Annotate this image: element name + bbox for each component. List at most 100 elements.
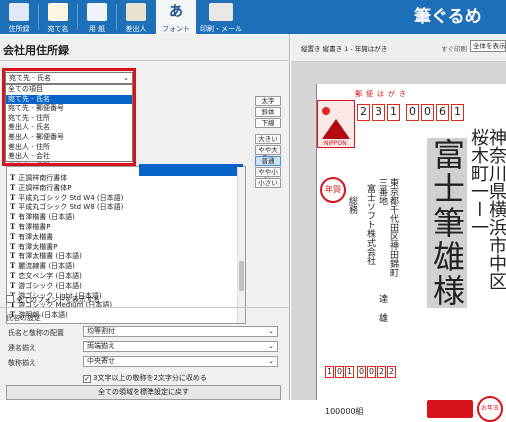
highlight-box	[2, 68, 136, 166]
font-name: 有澤太楷書	[18, 232, 54, 241]
font-list-item[interactable]: T 有澤太楷書P	[10, 242, 57, 252]
panel-title: 会社用住所録	[3, 44, 69, 57]
font-style-button[interactable]: 下線	[255, 118, 281, 128]
toolbar-button-font[interactable]: あ フォント	[156, 0, 196, 34]
toolbar-button-address-book[interactable]: 住所録	[0, 0, 38, 34]
font-list-item[interactable]: T 有澤楷書P	[10, 222, 50, 232]
font-name: 游ゴシック (日本語)	[18, 281, 82, 290]
truetype-font-icon: T	[10, 280, 16, 290]
checkbox-checked-icon: ✓	[83, 375, 91, 383]
font-list-item[interactable]: T 恋文ペン字 (日本語)	[10, 271, 82, 281]
checkbox-icon	[6, 295, 14, 303]
nenga-mark: 年賀	[320, 177, 346, 203]
font-list-item[interactable]: T 游ゴシック (日本語)	[10, 281, 82, 291]
honorific-fit-checkbox[interactable]: ✓ 3文字以上の敬称を2文字分に収める	[83, 373, 207, 383]
stamp-label: NIPPON	[324, 140, 347, 147]
toolbar-label-font: フォント	[162, 25, 190, 33]
joint-name-align-select[interactable]: 両端揃え ⌄	[83, 341, 278, 352]
font-list-item[interactable]: T 有澤太楷書 (日本語)	[10, 251, 82, 261]
sender-address-line2[interactable]: 三番地	[376, 178, 387, 205]
address-book-icon	[9, 3, 29, 21]
stamp-image: NIPPON	[317, 100, 355, 148]
truetype-font-icon: T	[10, 241, 16, 251]
lottery-number: 100000組	[325, 407, 364, 416]
sender-zip-digit-box: 0	[357, 366, 366, 378]
preview-info: 縦置き 縦書き 1 - 年賀はがき	[301, 45, 388, 53]
paper-icon	[87, 3, 107, 21]
font-style-button[interactable]: 小さい	[255, 178, 281, 188]
font-list-item[interactable]: T 有澤楷書 (日本語)	[10, 212, 75, 222]
font-name: 有澤太楷書 (日本語)	[18, 252, 82, 261]
sun-icon	[322, 107, 330, 115]
zip-digit-box: 3	[372, 104, 385, 121]
font-style-button[interactable]: 太字	[255, 96, 281, 106]
scrollbar-thumb[interactable]	[239, 261, 244, 291]
zip-digit-box: 0	[406, 104, 419, 121]
font-list-item[interactable]: T 有澤太楷書	[10, 232, 53, 242]
top-toolbar: 住所録 宛て名 用 紙 差出人 あ フォント 印刷・メール 筆ぐるめ	[0, 0, 506, 34]
font-list-item[interactable]: T 平成丸ゴシック Std W8 (日本語)	[10, 202, 123, 212]
font-name: 麗流隷書 (日本語)	[18, 262, 75, 271]
postcard-title: 郵便はがき	[355, 90, 410, 98]
address-card-icon	[48, 3, 68, 21]
sender-name[interactable]: 達 雄	[376, 294, 387, 322]
font-name: 有澤太楷書P	[18, 242, 58, 251]
truetype-font-icon: T	[10, 202, 16, 212]
postcard-preview: 郵便はがき NIPPON 年賀 神奈川県横浜市中区 桜木町一ー一 富士筆雄様 東…	[316, 84, 506, 422]
preview-pane: 縦置き 縦書き 1 - 年賀はがき すぐ印刷 全体を表示 郵便はがき NIPPO…	[291, 34, 506, 422]
truetype-font-icon: T	[10, 222, 16, 231]
preview-bar: 縦置き 縦書き 1 - 年賀はがき すぐ印刷 全体を表示	[291, 34, 506, 62]
layout-select[interactable]: 均等割付 ⌄	[83, 326, 278, 337]
new-year-banner-image	[427, 400, 473, 418]
view-mode-select[interactable]: 全体を表示	[470, 40, 506, 52]
font-style-button[interactable]: やや大きい	[255, 145, 281, 162]
font-list-item[interactable]: T 正調祥南行書体P	[10, 183, 71, 193]
font-list-item[interactable]: T 麗流隷書 (日本語)	[10, 261, 75, 271]
toolbar-button-sender[interactable]: 差出人	[117, 0, 155, 34]
font-list-item[interactable]: T 正調祥南行書体	[10, 173, 67, 183]
sender-zip-digit-box: 0	[367, 366, 376, 378]
font-name: 恋文ペン字 (日本語)	[18, 272, 82, 280]
divider	[0, 307, 290, 308]
sender-zip-digit-box: 1	[345, 366, 354, 378]
toolbar-label-paper: 用 紙	[88, 25, 106, 33]
reset-all-button[interactable]: 全ての領域を標準設定に戻す	[6, 385, 281, 400]
honorific-fit-label: 3文字以上の敬称を2文字分に収める	[93, 374, 207, 382]
sender-zip-digit-box: 0	[335, 366, 344, 378]
zip-digit-box: 6	[436, 104, 449, 121]
sender-address-line1[interactable]: 東京都千代田区神田錦町	[387, 178, 398, 277]
chevron-down-icon: ⌄	[268, 327, 274, 335]
font-name: 平成丸ゴシック Std W4 (日本語)	[18, 193, 124, 202]
font-list-item[interactable]: T 平成丸ゴシック Std W4 (日本語)	[10, 193, 123, 203]
font-style-button[interactable]: 普通	[255, 156, 281, 166]
sender-department[interactable]: 総務	[346, 196, 357, 214]
font-settings-panel: 会社用住所録 宛て先 - 氏名 ⌄ 全ての項目 宛て先 - 氏名 宛て先 - 郵便番…	[0, 34, 290, 400]
font-name: 正調祥南行書体P	[18, 183, 72, 192]
font-name: 平成丸ゴシック Std W8 (日本語)	[18, 203, 124, 212]
font-style-button[interactable]: 斜体	[255, 107, 281, 117]
sender-company[interactable]: 富士ソフト株式会社	[364, 184, 375, 265]
divider	[0, 60, 290, 61]
truetype-font-icon: T	[10, 251, 16, 261]
font-style-button[interactable]: やや小さい	[255, 167, 281, 184]
toolbar-button-paper[interactable]: 用 紙	[78, 0, 116, 34]
recipient-name[interactable]: 富士筆雄様	[427, 138, 467, 308]
toolbar-label-print-mail: 印刷・メール	[200, 25, 242, 33]
toolbar-button-address[interactable]: 宛て名	[39, 0, 77, 34]
honorific-align-select[interactable]: 中央寄せ ⌄	[83, 356, 278, 367]
truetype-font-icon: T	[10, 192, 16, 202]
setting-label-joint-name: 連名揃え	[8, 344, 36, 352]
toolbar-label-sender: 差出人	[125, 25, 147, 33]
zip-digit-box: 0	[421, 104, 434, 121]
font-style-button[interactable]: 大きい	[255, 134, 281, 144]
truetype-font-icon: T	[10, 271, 16, 280]
show-all-fonts-checkbox[interactable]: 全てのフォントを表示する	[6, 295, 100, 305]
font-list-selection	[139, 164, 243, 176]
font-name: 正調祥南行書体	[18, 174, 68, 182]
recipient-address-line2[interactable]: 桜木町一ー一	[467, 128, 489, 236]
font-icon: あ	[169, 4, 183, 20]
quick-print-label[interactable]: すぐ印刷	[441, 43, 467, 53]
toolbar-button-print-mail[interactable]: 印刷・メール	[197, 0, 245, 34]
font-list-scrollbar[interactable]	[237, 167, 245, 323]
truetype-font-icon: T	[10, 261, 16, 271]
